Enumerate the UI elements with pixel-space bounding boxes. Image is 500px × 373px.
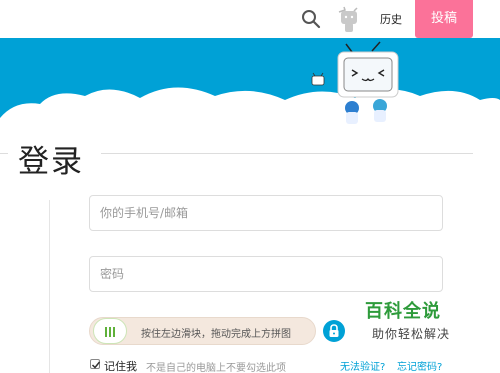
lock-icon[interactable] [323,320,345,342]
page-title: 登录 [18,144,84,180]
remember-me-checkbox[interactable] [90,359,101,369]
remember-me-label[interactable]: 记住我 [104,358,137,373]
grip-icon [105,327,115,337]
remember-me-hint: 不是自己的电脑上不要勾选此项 [146,363,286,373]
password-input[interactable]: 密码 [89,256,443,292]
cloud-banner-illustration [0,41,500,130]
avatar[interactable] [336,6,362,34]
form-divider [49,200,50,373]
cant-verify-link[interactable]: 无法验证? [340,358,385,373]
banner [0,38,500,130]
upload-button[interactable]: 投稿 [415,0,473,38]
history-link[interactable]: 历史 [380,11,402,27]
captcha-slider-text: 按住左边滑块，拖动完成上方拼图 [141,329,291,340]
title-divider-right [101,153,473,154]
title-divider-left [0,153,8,154]
search-icon[interactable] [301,9,321,29]
top-navigation-bar: 历史 投稿 [0,0,500,38]
small-robot-icon [311,72,325,86]
watermark-title: 百科全说 [365,301,441,322]
captcha-slider-handle[interactable] [93,318,127,344]
forgot-password-link[interactable]: 忘记密码? [397,358,442,373]
watermark-subtitle: 助你轻松解决 [372,327,451,341]
account-input[interactable]: 你的手机号/邮箱 [89,195,443,231]
